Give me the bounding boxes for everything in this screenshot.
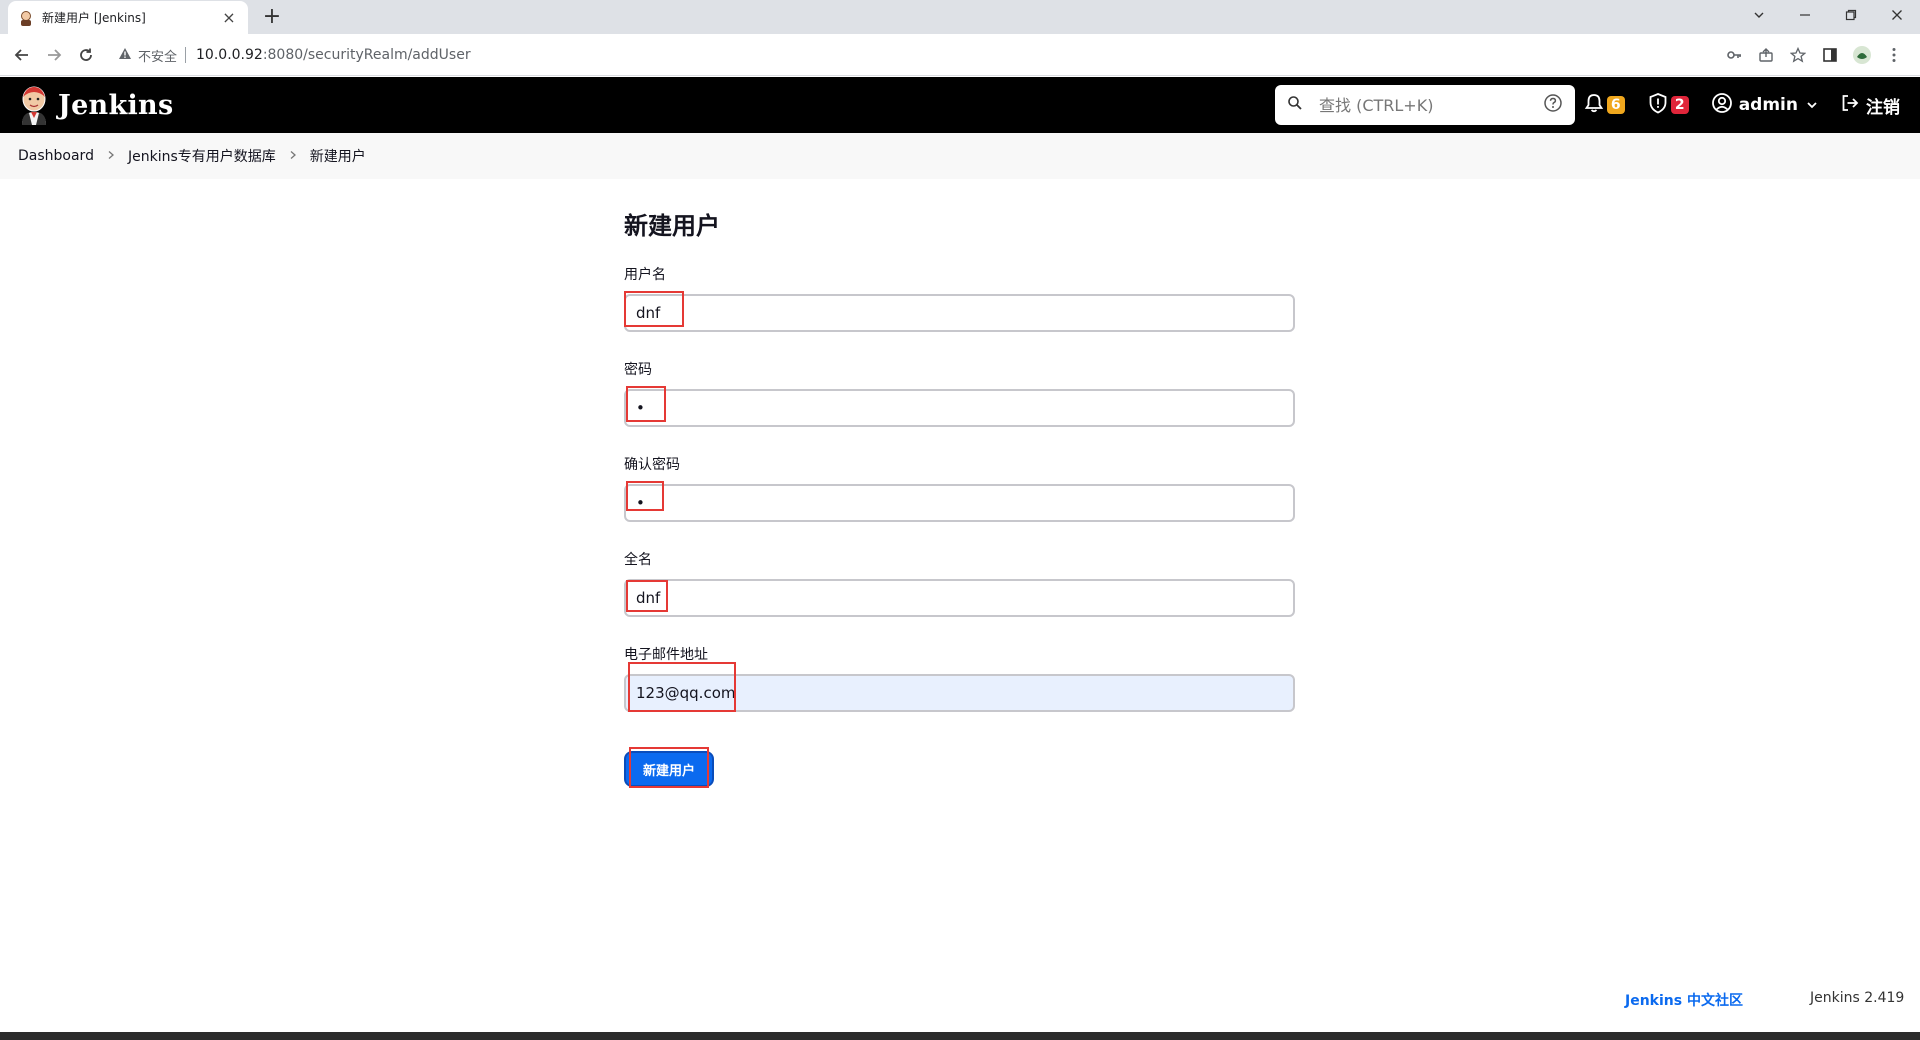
browser-tab[interactable]: 新建用户 [Jenkins] × bbox=[8, 1, 248, 34]
forward-icon[interactable] bbox=[40, 42, 68, 68]
back-icon[interactable] bbox=[8, 42, 36, 68]
side-panel-icon[interactable] bbox=[1814, 42, 1846, 68]
chevron-right-icon bbox=[106, 148, 116, 164]
breadcrumb: Dashboard Jenkins专有用户数据库 新建用户 bbox=[0, 133, 1920, 179]
restore-icon[interactable] bbox=[1828, 0, 1874, 30]
url-path: :8080/securityRealm/addUser bbox=[262, 47, 471, 63]
notifications-button[interactable]: 6 bbox=[1583, 92, 1625, 118]
tab-close-icon[interactable]: × bbox=[220, 8, 238, 27]
email-field-group: 电子邮件地址 bbox=[624, 644, 1296, 712]
email-input[interactable] bbox=[624, 674, 1295, 712]
jenkins-favicon-icon bbox=[18, 10, 34, 26]
email-label: 电子邮件地址 bbox=[624, 647, 708, 663]
community-link[interactable]: Jenkins 中文社区 bbox=[1625, 990, 1743, 1010]
toolbar-icons bbox=[1718, 42, 1910, 68]
logout-label: 注销 bbox=[1866, 97, 1900, 118]
key-icon[interactable] bbox=[1718, 42, 1750, 68]
shield-icon bbox=[1647, 92, 1669, 118]
taskbar-strip bbox=[0, 1032, 1920, 1040]
notifications-badge: 6 bbox=[1606, 96, 1625, 114]
profile-avatar-icon[interactable] bbox=[1846, 42, 1878, 68]
omnibox-separator bbox=[185, 47, 187, 63]
confirm-password-label: 确认密码 bbox=[624, 457, 680, 473]
reload-icon[interactable] bbox=[72, 42, 100, 68]
bookmark-star-icon[interactable] bbox=[1782, 42, 1814, 68]
user-name: admin bbox=[1738, 95, 1798, 115]
page-footer: Jenkins 中文社区 Jenkins 2.419 bbox=[0, 980, 1920, 1020]
breadcrumb-user-database[interactable]: Jenkins专有用户数据库 bbox=[128, 146, 276, 166]
bell-icon bbox=[1583, 92, 1605, 118]
browser-toolbar: 不安全 10.0.0.92:8080/securityRealm/addUser bbox=[0, 34, 1920, 76]
fullname-input[interactable] bbox=[624, 579, 1295, 617]
breadcrumb-new-user[interactable]: 新建用户 bbox=[310, 146, 366, 166]
chevron-right-icon bbox=[288, 148, 298, 164]
page-title: 新建用户 bbox=[624, 212, 720, 240]
username-input[interactable] bbox=[624, 294, 1295, 332]
browser-tabstrip: 新建用户 [Jenkins] × + bbox=[0, 0, 1920, 34]
security-badge: 2 bbox=[1670, 96, 1689, 114]
user-menu[interactable]: admin bbox=[1711, 92, 1818, 118]
jenkins-butler-icon bbox=[18, 85, 50, 125]
minimize-icon[interactable] bbox=[1782, 0, 1828, 30]
security-status[interactable]: 不安全 bbox=[138, 46, 177, 65]
search-input[interactable] bbox=[1317, 94, 1543, 116]
logout-button[interactable]: 注销 bbox=[1840, 93, 1900, 118]
browser-menu-icon[interactable] bbox=[1878, 42, 1910, 68]
share-icon[interactable] bbox=[1750, 42, 1782, 68]
logout-icon bbox=[1840, 93, 1860, 117]
password-field-group: 密码 bbox=[624, 359, 1296, 427]
search-icon bbox=[1287, 95, 1303, 115]
close-window-icon[interactable] bbox=[1874, 0, 1920, 30]
password-label: 密码 bbox=[624, 362, 652, 378]
window-controls bbox=[1736, 0, 1920, 30]
breadcrumb-dashboard[interactable]: Dashboard bbox=[18, 148, 94, 164]
search-box bbox=[1275, 85, 1575, 125]
chevron-down-icon bbox=[1806, 96, 1818, 115]
username-label: 用户名 bbox=[624, 267, 666, 283]
jenkins-header: Jenkins 6 2 admin bbox=[0, 77, 1920, 133]
new-tab-button[interactable]: + bbox=[258, 4, 286, 32]
user-icon bbox=[1711, 92, 1733, 118]
fullname-label: 全名 bbox=[624, 552, 652, 568]
tab-search-icon[interactable] bbox=[1736, 0, 1782, 30]
address-bar[interactable]: 不安全 10.0.0.92:8080/securityRealm/addUser bbox=[108, 40, 1748, 70]
fullname-field-group: 全名 bbox=[624, 549, 1296, 617]
username-field-group: 用户名 bbox=[624, 264, 1296, 332]
password-input[interactable] bbox=[624, 389, 1295, 427]
version-label[interactable]: Jenkins 2.419 bbox=[1810, 990, 1904, 1006]
confirm-password-input[interactable] bbox=[624, 484, 1295, 522]
jenkins-home-link[interactable]: Jenkins bbox=[18, 85, 173, 125]
warning-icon[interactable] bbox=[118, 47, 132, 64]
header-actions: 6 2 admin 注销 bbox=[1561, 77, 1900, 133]
jenkins-brand: Jenkins bbox=[58, 89, 174, 121]
create-user-button[interactable]: 新建用户 bbox=[624, 751, 714, 787]
confirm-password-field-group: 确认密码 bbox=[624, 454, 1296, 522]
tab-title: 新建用户 [Jenkins] bbox=[42, 11, 146, 25]
url-host: 10.0.0.92 bbox=[196, 47, 263, 63]
security-button[interactable]: 2 bbox=[1647, 92, 1689, 118]
